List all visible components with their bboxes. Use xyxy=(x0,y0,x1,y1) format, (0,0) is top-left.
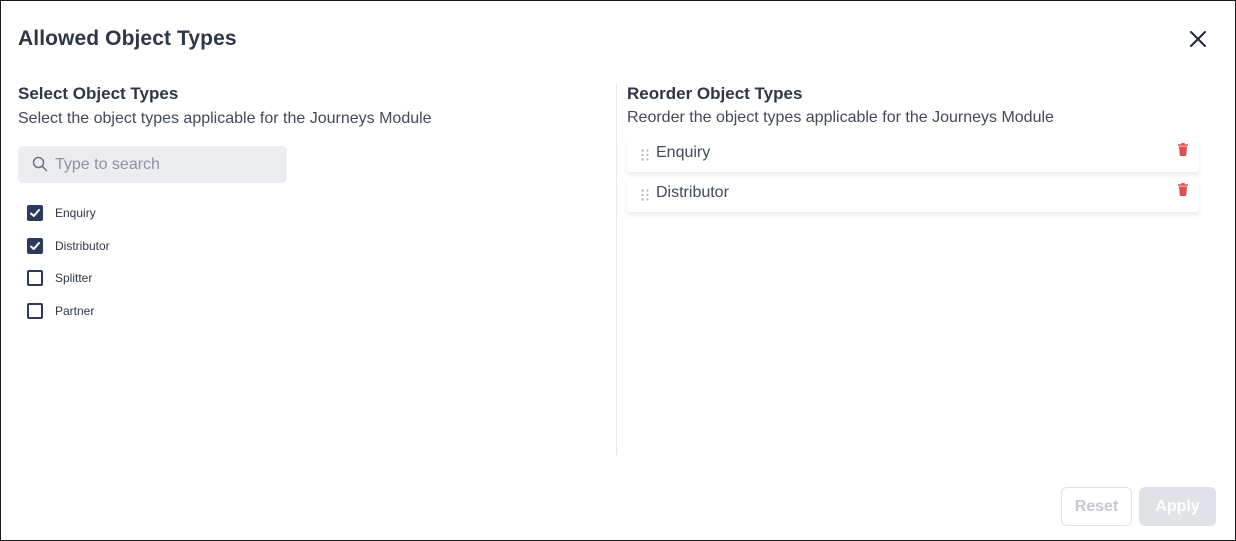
trash-icon xyxy=(1178,183,1188,196)
trash-icon xyxy=(1178,143,1188,156)
select-section-title: Select Object Types xyxy=(18,84,179,103)
panel-divider xyxy=(616,83,617,455)
search-icon xyxy=(32,156,48,177)
apply-button[interactable]: Apply xyxy=(1139,487,1216,526)
checkbox-distributor[interactable] xyxy=(27,237,43,254)
close-icon xyxy=(1190,31,1206,47)
allowed-object-types-modal: Allowed Object Types Select Object Types… xyxy=(0,0,1236,541)
checkbox-partner[interactable] xyxy=(27,302,43,319)
search-box xyxy=(18,146,287,183)
select-object-types-panel: Select Object Types Select the object ty… xyxy=(18,83,598,463)
checkbox-item-enquiry[interactable]: Enquiry xyxy=(27,203,110,223)
reorder-object-types-panel: Reorder Object Types Reorder the object … xyxy=(627,83,1202,463)
delete-button[interactable] xyxy=(1177,143,1189,157)
checkbox-item-partner[interactable]: Partner xyxy=(27,301,110,321)
reorder-item-distributor[interactable]: Distributor xyxy=(627,178,1199,212)
modal-title: Allowed Object Types xyxy=(18,27,237,50)
checkbox-label: Distributor xyxy=(55,238,110,253)
checkbox-label: Partner xyxy=(55,303,95,318)
checkbox-enquiry[interactable] xyxy=(27,205,43,221)
reorder-list: Enquiry Distributor xyxy=(627,138,1199,218)
reorder-item-label: Distributor xyxy=(656,184,729,201)
reset-button[interactable]: Reset xyxy=(1061,487,1132,526)
checkmark-icon xyxy=(30,241,40,250)
reorder-section-title: Reorder Object Types xyxy=(627,84,803,103)
reorder-item-label: Enquiry xyxy=(656,144,711,161)
reorder-item-enquiry[interactable]: Enquiry xyxy=(627,138,1199,172)
checkbox-splitter[interactable] xyxy=(27,270,43,286)
checkmark-icon xyxy=(30,209,40,217)
close-button[interactable] xyxy=(1187,28,1209,50)
checkbox-item-splitter[interactable]: Splitter xyxy=(27,268,110,288)
drag-handle-icon[interactable] xyxy=(641,148,649,166)
checkbox-label: Splitter xyxy=(55,271,93,285)
checkbox-label: Enquiry xyxy=(55,206,96,220)
select-section-subtitle: Select the object types applicable for t… xyxy=(18,110,432,127)
reorder-section-subtitle: Reorder the object types applicable for … xyxy=(627,109,1054,126)
drag-handle-icon[interactable] xyxy=(641,188,649,206)
checkbox-item-distributor[interactable]: Distributor xyxy=(27,236,110,256)
delete-button[interactable] xyxy=(1177,183,1189,197)
object-type-checklist: Enquiry Distributor Splitter Partner xyxy=(27,203,110,333)
search-input[interactable] xyxy=(55,146,275,183)
